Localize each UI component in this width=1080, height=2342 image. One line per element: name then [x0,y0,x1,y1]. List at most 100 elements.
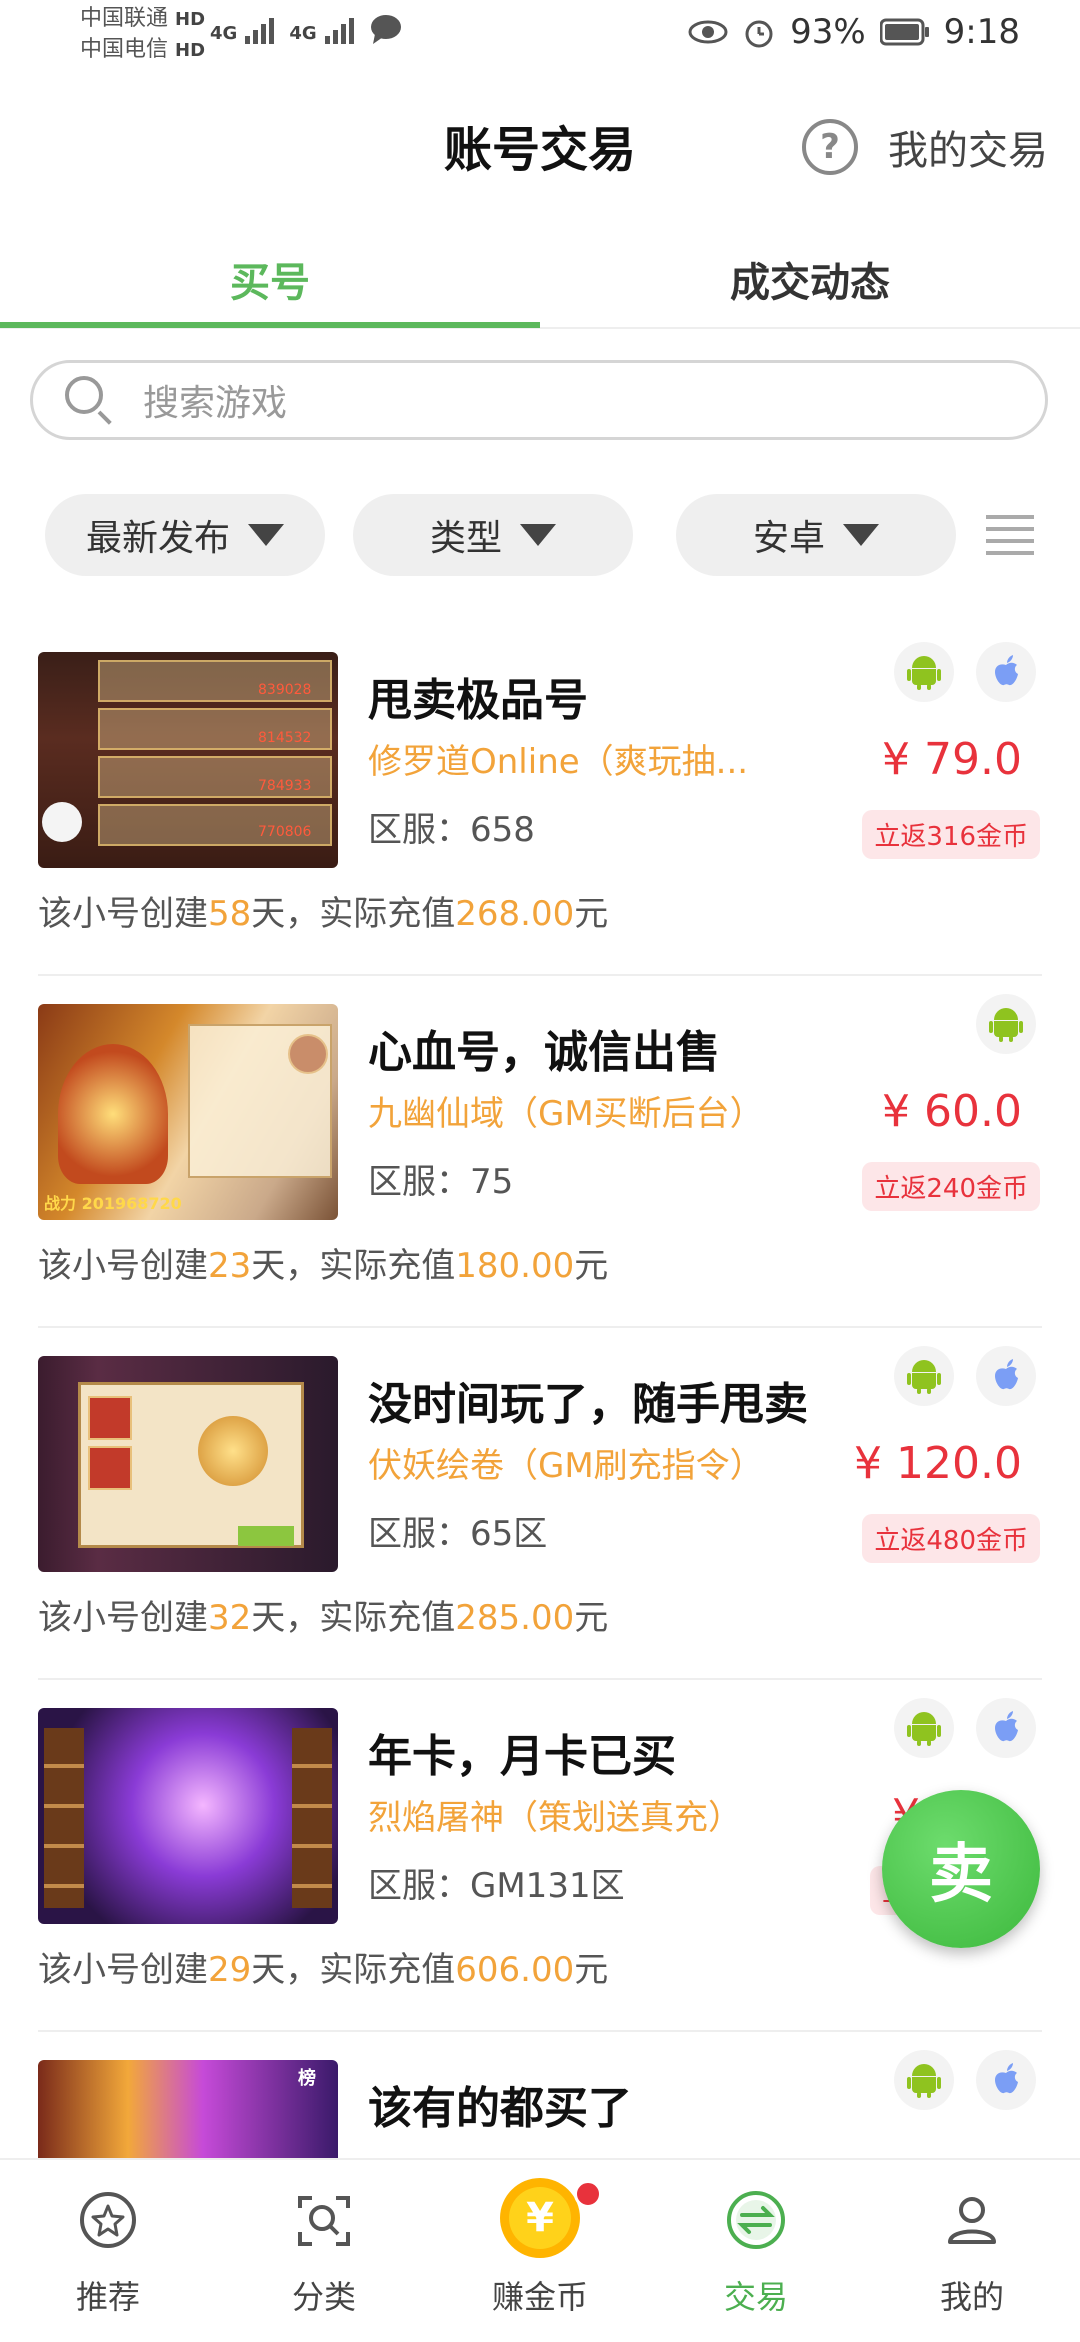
nav-label: 推荐 [75,2278,140,2316]
search-placeholder: 搜索游戏 [143,383,288,424]
tab-active-indicator [0,322,540,328]
days-value: 32 [208,1598,252,1638]
listing-server: 区服：GM131区 [368,1866,625,1906]
star-icon [80,2192,136,2248]
signal-icon [324,18,354,44]
listing-item[interactable]: 没时间玩了，随手甩卖 伏妖绘卷（GM刷充指令） 区服：65区 ¥ 120.0 立… [0,1328,1080,1680]
listing-item[interactable]: 战力 201968720 心血号，诚信出售 九幽仙域（GM买断后台） 区服：75… [0,976,1080,1328]
thumb-score: 839028 [258,682,312,698]
listing-title: 甩卖极品号 [368,675,588,726]
filter-platform[interactable]: 安卓 [676,494,956,576]
android-icon [894,2050,954,2110]
alarm-icon [745,20,773,48]
thumb-score: 770806 [258,824,312,840]
status-bar: 中国联通 HD 中国电信 HD 4G 4G 93% 9:18 [0,0,1080,70]
list-view-icon[interactable] [986,515,1034,555]
apple-icon [976,1346,1036,1406]
help-icon[interactable]: ? [802,119,858,175]
network-type: 4G [289,23,317,44]
nav-label: 交易 [723,2278,788,2316]
android-icon [894,1346,954,1406]
apple-icon [976,2050,1036,2110]
listing-price: ¥ 60.0 [882,1086,1022,1137]
listing-price: ¥ 79.0 [882,734,1022,785]
nav-item-mine[interactable]: 我的 [864,2160,1080,2342]
user-icon [948,2197,996,2244]
thumb-score: 784933 [258,778,312,794]
caret-down-icon [248,524,284,546]
battery-icon [879,18,929,46]
nav-label: 分类 [291,2278,356,2316]
listing-footer: 该小号创建32天，实际充值285.00元 [38,1598,609,1638]
nav-item-trade[interactable]: 交易 [648,2160,864,2342]
my-trades-link[interactable]: ? 我的交易 [802,118,1048,176]
tab-deals[interactable]: 成交动态 [540,250,1080,308]
listing-footer: 该小号创建58天，实际充值268.00元 [38,894,609,934]
nav-label: 我的 [939,2278,1004,2316]
nav-item-category[interactable]: 分类 [216,2160,432,2342]
filter-type[interactable]: 类型 [353,494,633,576]
my-trades-label: 我的交易 [888,128,1048,174]
apple-icon [976,642,1036,702]
search-input[interactable]: 搜索游戏 [30,360,1048,440]
listing-footer: 该小号创建29天，实际充值606.00元 [38,1950,609,1990]
hd-badge: HD [175,40,206,61]
eye-icon [688,20,728,44]
caret-down-icon [843,524,879,546]
nav-item-recommend[interactable]: 推荐 [0,2160,216,2342]
filter-platform-label: 安卓 [752,518,825,559]
nav-label: 赚金币 [491,2278,588,2316]
carrier-2: 中国电信 [80,37,169,62]
recharge-amount: 180.00 [455,1246,575,1286]
sell-button[interactable]: 卖 [882,1790,1040,1948]
filter-sort[interactable]: 最新发布 [45,494,325,576]
rebate-badge: 立返240金币 [862,1162,1040,1211]
listing-thumbnail: 战力 201968720 [38,1004,338,1220]
filter-type-label: 类型 [429,518,502,559]
network-type: 4G [210,23,238,44]
hd-badge: HD [175,9,206,30]
battery-percent: 93% [790,12,866,52]
listing-title: 该有的都买了 [368,2083,632,2134]
thumb-power: 战力 201968720 [44,1194,182,1213]
search-icon [63,374,115,426]
listing-game: 伏妖绘卷（GM刷充指令） [368,1446,764,1486]
rebate-badge: 立返480金币 [862,1514,1040,1563]
clock-time: 9:18 [943,12,1020,52]
thumb-score: 814532 [258,730,312,746]
android-icon [894,642,954,702]
listing-title: 没时间玩了，随手甩卖 [368,1379,808,1430]
carrier-info: 中国联通 HD 中国电信 HD [80,4,205,66]
listing-title: 年卡，月卡已买 [368,1731,676,1782]
status-right: 93% 9:18 [688,12,1020,52]
carrier-1: 中国联通 [80,6,169,31]
listing-title: 心血号，诚信出售 [368,1027,720,1078]
days-value: 29 [208,1950,252,1990]
caret-down-icon [520,524,556,546]
nav-item-earn-coins[interactable]: ¥ 赚金币 [432,2160,648,2342]
tab-buy[interactable]: 买号 [0,250,540,308]
listing-server: 区服：75 [368,1162,514,1202]
recharge-amount: 285.00 [455,1598,575,1638]
listing-item[interactable]: 839028 814532 784933 770806 甩卖极品号 修罗道Onl… [0,624,1080,976]
listing-game: 九幽仙域（GM买断后台） [368,1094,764,1134]
listing-server: 区服：65区 [368,1514,548,1554]
listing-game: 修罗道Online（爽玩抽... [368,742,749,782]
listing-thumbnail: 榜 [38,2060,338,2158]
listing-game: 烈焰屠神（策划送真充） [368,1798,742,1838]
listing-thumbnail [38,1356,338,1572]
rebate-badge: 立返316金币 [862,810,1040,859]
notification-dot [574,2180,602,2208]
signal-icons: 4G 4G [210,14,403,44]
apple-icon [976,1698,1036,1758]
exchange-icon [727,2191,785,2249]
days-value: 23 [208,1246,252,1286]
recharge-amount: 606.00 [455,1950,575,1990]
android-icon [894,1698,954,1758]
listing-thumbnail [38,1708,338,1924]
listing-footer: 该小号创建23天，实际充值180.00元 [38,1246,609,1286]
listing-price: ¥ 120.0 [854,1438,1022,1489]
listing-item[interactable]: 榜 该有的都买了 [0,2032,1080,2158]
android-icon [976,994,1036,1054]
gold-coin-icon: ¥ [500,2178,580,2258]
